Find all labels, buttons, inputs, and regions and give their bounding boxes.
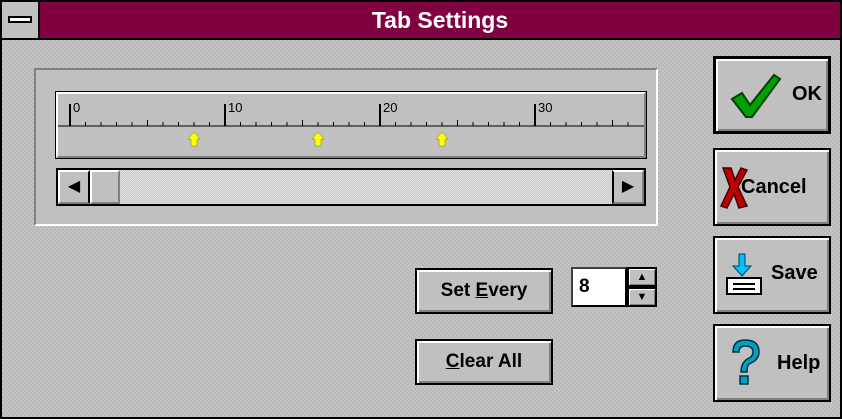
spin-down-arrow-icon[interactable]: ▼ bbox=[627, 287, 657, 307]
ruler-scrollbar[interactable]: ◀ ▶ bbox=[56, 168, 646, 206]
checkmark-icon bbox=[730, 73, 782, 118]
cancel-label: Cancel bbox=[741, 176, 807, 198]
ruler-tick-label: 20 bbox=[383, 100, 397, 115]
ruler-panel: 0 10 20 30 ◀ ▶ bbox=[34, 68, 658, 226]
clear-all-button[interactable]: Clear All bbox=[415, 339, 553, 385]
help-label: Help bbox=[777, 352, 821, 374]
ok-label: OK bbox=[792, 83, 822, 105]
scroll-track[interactable] bbox=[120, 170, 612, 204]
title-bar: Tab Settings bbox=[2, 2, 840, 40]
set-every-label-prefix: Set bbox=[440, 280, 476, 301]
set-every-label-mnemonic: E bbox=[475, 280, 489, 301]
ruler-tick-label: 10 bbox=[228, 100, 242, 115]
scroll-thumb[interactable] bbox=[90, 170, 120, 204]
ruler-tick-label: 0 bbox=[73, 100, 80, 115]
tab-ruler[interactable]: 0 10 20 30 bbox=[55, 91, 647, 159]
tab-stop-marker-icon[interactable] bbox=[311, 131, 325, 147]
clear-all-label-mnemonic: C bbox=[445, 351, 460, 372]
clear-all-label-suffix: lear All bbox=[459, 351, 523, 372]
tab-stop-marker-icon[interactable] bbox=[435, 131, 449, 147]
save-tray-icon bbox=[726, 253, 762, 295]
ruler-graphic: 0 10 20 30 bbox=[58, 100, 644, 147]
scroll-left-arrow-icon[interactable]: ◀ bbox=[58, 170, 90, 204]
cancel-button[interactable]: Cancel bbox=[713, 148, 831, 226]
system-menu-icon[interactable] bbox=[2, 2, 40, 38]
set-every-button[interactable]: Set Every bbox=[415, 268, 553, 314]
set-every-value-field[interactable]: 8 bbox=[571, 267, 627, 307]
ruler-tick-label: 30 bbox=[538, 100, 552, 115]
ok-button[interactable]: OK bbox=[713, 56, 831, 134]
dialog-title: Tab Settings bbox=[371, 7, 509, 33]
tab-settings-dialog: Tab Settings 0 10 20 30 ◀ ▶ Set Every 8 ▲ ▼… bbox=[0, 0, 842, 419]
set-every-label-suffix: very bbox=[488, 280, 528, 301]
help-button[interactable]: Help bbox=[713, 324, 831, 402]
tab-stop-marker-icon[interactable] bbox=[187, 131, 201, 147]
spin-up-arrow-icon[interactable]: ▲ bbox=[627, 267, 657, 287]
save-label: Save bbox=[771, 262, 818, 284]
scroll-right-arrow-icon[interactable]: ▶ bbox=[612, 170, 644, 204]
question-mark-icon bbox=[732, 339, 760, 385]
save-button[interactable]: Save bbox=[713, 236, 831, 314]
